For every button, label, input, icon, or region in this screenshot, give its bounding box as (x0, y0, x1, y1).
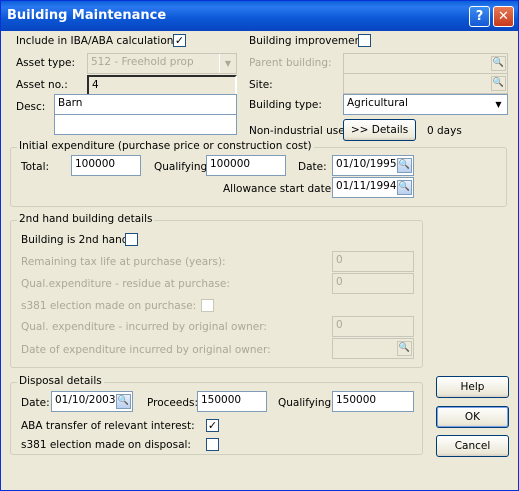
disposal-proceeds-value: 150000 (201, 394, 242, 406)
desc-line1-input[interactable]: Barn (54, 94, 237, 115)
days-value: 0 days (427, 125, 462, 137)
cancel-button[interactable]: Cancel (436, 435, 509, 457)
search-icon[interactable]: 🔍 (491, 56, 506, 71)
is-2nd-hand-label: Building is 2nd hand: (21, 234, 132, 246)
orig-owner-label: Qual. expenditure - incurred by original… (21, 321, 267, 333)
asset-type-value: 512 - Freehold prop (91, 56, 194, 68)
parent-building-field[interactable]: 🔍 (343, 53, 508, 74)
details-button[interactable]: >> Details (343, 119, 416, 141)
parent-building-label: Parent building: (249, 57, 332, 69)
remaining-tax-life-input[interactable]: 0 (332, 251, 414, 272)
initial-total-value: 100000 (75, 158, 116, 170)
disposal-date-input[interactable]: 01/10/2003 🔍 (51, 391, 133, 412)
calendar-icon[interactable]: 🔍 (397, 180, 412, 195)
chevron-down-icon[interactable]: ▼ (490, 95, 507, 114)
allowance-start-input[interactable]: 01/11/1994 🔍 (332, 177, 414, 198)
building-type-select[interactable]: Agricultural ▼ (343, 94, 508, 115)
asset-type-label: Asset type: (16, 57, 76, 69)
window-title: Building Maintenance (7, 8, 167, 23)
close-button[interactable]: ✕ (493, 6, 514, 27)
aba-transfer-checkbox[interactable]: ✓ (206, 419, 219, 432)
search-icon[interactable]: 🔍 (491, 76, 506, 91)
calendar-icon[interactable]: 🔍 (116, 394, 131, 409)
residue-label: Qual.expenditure - residue at purchase: (21, 278, 230, 290)
date-orig-owner-label: Date of expenditure incurred by original… (21, 344, 271, 356)
initial-date-label: Date: (298, 161, 327, 173)
building-improvement-checkbox[interactable] (358, 34, 371, 47)
s381-disposal-label: s381 election made on disposal: (21, 439, 191, 451)
orig-owner-input[interactable]: 0 (332, 316, 414, 337)
date-orig-owner-input[interactable]: 🔍 (332, 338, 414, 359)
initial-qualifying-label: Qualifying: (154, 161, 211, 173)
non-industrial-label: Non-industrial use: (249, 125, 349, 137)
building-improvement-label: Building improvement: (249, 35, 369, 47)
allowance-start-value: 01/11/1994 (336, 180, 397, 192)
initial-qualifying-input[interactable]: 100000 (206, 155, 286, 176)
asset-type-select[interactable]: 512 - Freehold prop ▼ (87, 53, 237, 74)
title-bar[interactable]: Building Maintenance ? ✕ (1, 1, 518, 31)
orig-owner-value: 0 (336, 319, 343, 331)
residue-value: 0 (336, 276, 343, 288)
include-iba-checkbox[interactable]: ✓ (173, 34, 186, 47)
asset-no-label: Asset no.: (16, 79, 68, 91)
initial-date-value: 01/10/1995 (336, 158, 397, 170)
calendar-icon[interactable]: 🔍 (397, 341, 412, 356)
s381-purchase-label: s381 election made on purchase: (21, 300, 197, 312)
desc-label: Desc: (16, 101, 46, 113)
aba-transfer-label: ABA transfer of relevant interest: (21, 420, 195, 432)
initial-total-label: Total: (21, 161, 50, 173)
building-type-label: Building type: (249, 99, 322, 111)
disposal-proceeds-input[interactable]: 150000 (197, 391, 267, 412)
help-button[interactable]: Help (436, 376, 509, 398)
help-title-button[interactable]: ? (469, 6, 490, 27)
calendar-icon[interactable]: 🔍 (397, 158, 412, 173)
ok-button[interactable]: OK (436, 406, 509, 428)
initial-expenditure-title: Initial expenditure (purchase price or c… (17, 140, 314, 152)
initial-qualifying-value: 100000 (210, 158, 251, 170)
disposal-qualifying-label: Qualifying: (278, 397, 335, 409)
include-iba-label: Include in IBA/ABA calculation: (16, 35, 177, 47)
desc-line1-value: Barn (58, 97, 83, 109)
residue-input[interactable]: 0 (332, 273, 414, 294)
asset-no-field: 4 (87, 75, 237, 96)
disposal-title: Disposal details (17, 375, 104, 387)
is-2nd-hand-checkbox[interactable] (125, 233, 138, 246)
desc-line2-input[interactable] (54, 114, 237, 135)
remaining-tax-life-label: Remaining tax life at purchase (years): (21, 256, 226, 268)
site-field[interactable]: 🔍 (343, 73, 508, 94)
disposal-date-label: Date: (21, 397, 50, 409)
initial-total-input[interactable]: 100000 (71, 155, 141, 176)
s381-purchase-checkbox[interactable] (201, 299, 214, 312)
secondhand-title: 2nd hand building details (17, 213, 155, 225)
disposal-qualifying-value: 150000 (336, 394, 377, 406)
initial-date-input[interactable]: 01/10/1995 🔍 (332, 155, 414, 176)
disposal-qualifying-input[interactable]: 150000 (332, 391, 414, 412)
dialog-window: Building Maintenance ? ✕ Include in IBA/… (0, 0, 519, 491)
s381-disposal-checkbox[interactable] (206, 438, 219, 451)
building-type-value: Agricultural (347, 97, 408, 109)
site-label: Site: (249, 79, 273, 91)
asset-no-value: 4 (92, 79, 99, 91)
disposal-proceeds-label: Proceeds: (147, 397, 199, 409)
remaining-tax-life-value: 0 (336, 254, 343, 266)
disposal-date-value: 01/10/2003 (55, 394, 116, 406)
allowance-start-label: Allowance start date: (223, 183, 335, 195)
chevron-down-icon[interactable]: ▼ (219, 54, 236, 73)
